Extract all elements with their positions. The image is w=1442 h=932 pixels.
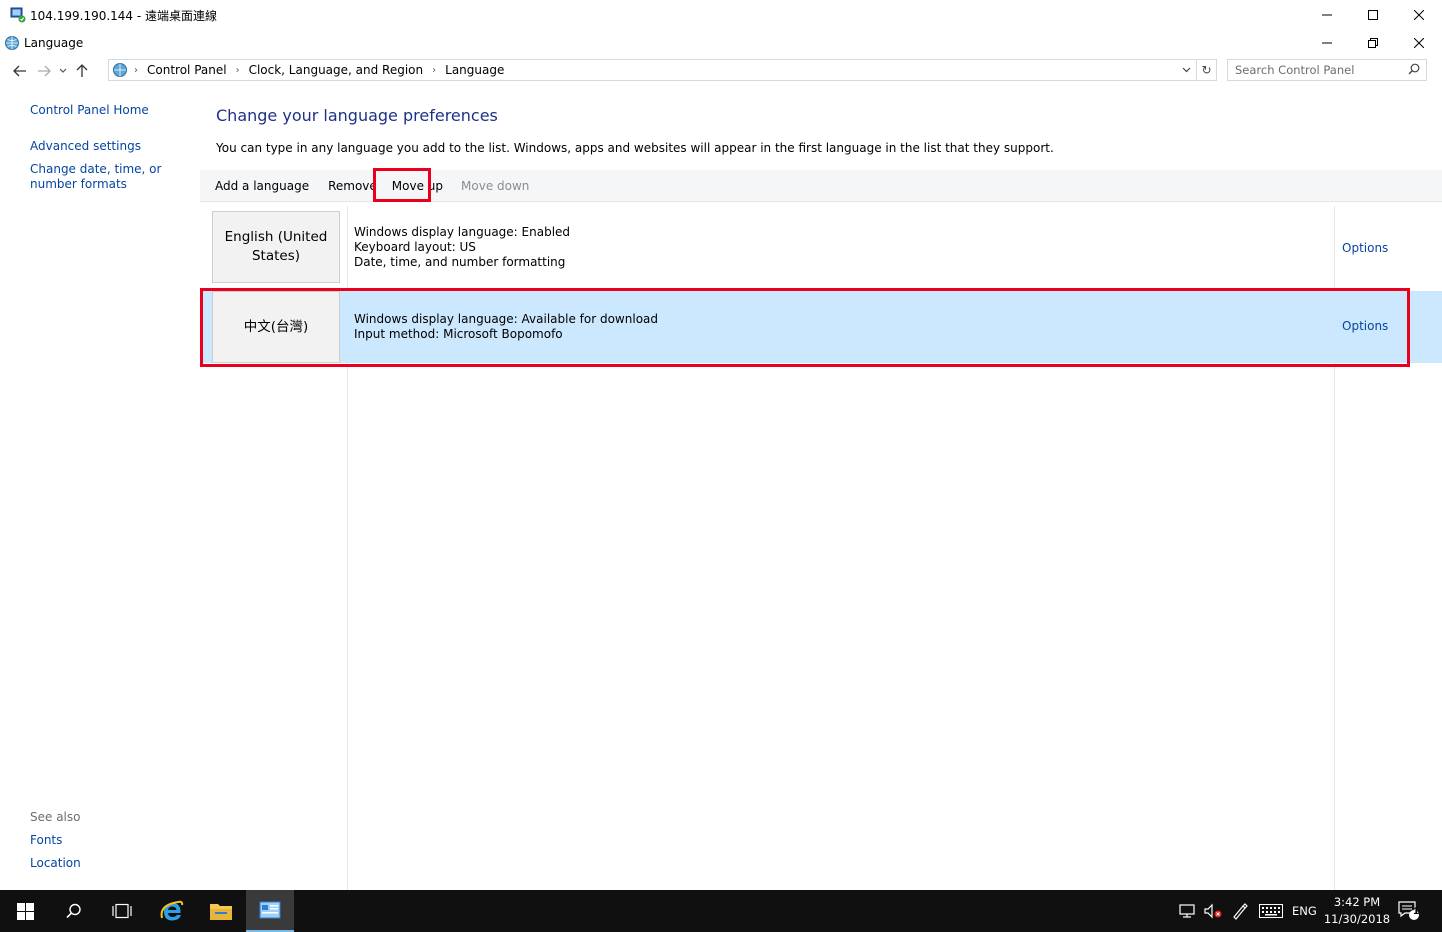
language-detail-line: Windows display language: Available for … bbox=[354, 312, 659, 326]
clock[interactable]: 3:42 PM 11/30/2018 bbox=[1322, 894, 1392, 928]
forward-arrow-icon[interactable] bbox=[32, 59, 56, 83]
taskbar: ENG 3:42 PM 11/30/2018 1 bbox=[0, 890, 1442, 932]
language-globe-icon bbox=[4, 35, 20, 51]
input-language-indicator[interactable]: ENG bbox=[1292, 904, 1317, 918]
language-row-english[interactable]: English (United States) Windows display … bbox=[200, 206, 1442, 283]
options-link-english[interactable]: Options bbox=[1342, 241, 1388, 255]
location-link[interactable]: Location bbox=[30, 856, 81, 871]
language-tile[interactable]: 中文(台灣) bbox=[212, 291, 340, 363]
touch-keyboard-icon[interactable] bbox=[1256, 890, 1286, 932]
search-input[interactable] bbox=[1235, 63, 1405, 77]
language-detail-line: Date, time, and number formatting bbox=[354, 255, 566, 269]
up-arrow-icon[interactable] bbox=[70, 59, 94, 83]
search-icon[interactable] bbox=[50, 890, 98, 932]
navigation-bar: › Control Panel › Clock, Language, and R… bbox=[0, 58, 1442, 84]
language-details: Windows display language: Available for … bbox=[354, 312, 658, 342]
language-globe-icon bbox=[112, 62, 130, 78]
search-box[interactable] bbox=[1227, 59, 1427, 81]
see-also-heading: See also bbox=[30, 810, 81, 824]
rdp-minimize-button[interactable] bbox=[1304, 0, 1350, 30]
move-up-button[interactable]: Move up bbox=[388, 173, 447, 199]
language-detail-line: Keyboard layout: US bbox=[354, 240, 476, 254]
window-title-bar: Language bbox=[0, 30, 1442, 56]
language-detail-line: Input method: Microsoft Bopomofo bbox=[354, 327, 563, 341]
language-row-chinese-taiwan[interactable]: 中文(台灣) Windows display language: Availab… bbox=[200, 291, 1442, 363]
page-description: You can type in any language you add to … bbox=[216, 141, 1054, 155]
breadcrumb-separator-icon[interactable]: › bbox=[236, 65, 240, 76]
rdp-close-button[interactable] bbox=[1396, 0, 1442, 30]
breadcrumb-separator-icon: › bbox=[134, 64, 138, 76]
window-title: Language bbox=[24, 36, 84, 50]
add-language-button[interactable]: Add a language bbox=[207, 173, 317, 199]
clock-time: 3:42 PM bbox=[1333, 895, 1381, 909]
search-icon[interactable] bbox=[1408, 63, 1420, 78]
pen-workspace-icon[interactable] bbox=[1228, 890, 1252, 932]
task-view-icon[interactable] bbox=[98, 890, 146, 932]
action-center-icon[interactable]: 1 bbox=[1394, 890, 1424, 932]
notification-count-badge: 1 bbox=[1412, 907, 1420, 917]
breadcrumb-clock-language-region[interactable]: Clock, Language, and Region bbox=[249, 63, 424, 77]
main-content: Change your language preferences You can… bbox=[200, 96, 1442, 890]
recent-locations-chevron-icon[interactable] bbox=[56, 59, 70, 83]
network-icon[interactable] bbox=[1176, 890, 1200, 932]
control-panel-taskbar-icon[interactable] bbox=[246, 890, 294, 932]
language-details: Windows display language: Enabled Keyboa… bbox=[354, 225, 570, 270]
left-navigation-pane: Control Panel Home Advanced settings Cha… bbox=[0, 96, 200, 890]
breadcrumb-language[interactable]: Language bbox=[445, 63, 504, 77]
file-explorer-icon[interactable] bbox=[197, 890, 245, 932]
language-detail-line: Windows display language: Enabled bbox=[354, 225, 571, 239]
refresh-icon[interactable]: ↻ bbox=[1196, 60, 1216, 80]
options-link-chinese[interactable]: Options bbox=[1342, 319, 1388, 333]
remote-desktop-icon bbox=[10, 7, 26, 23]
rdp-title: 104.199.190.144 - 遠端桌面連線 bbox=[30, 8, 218, 23]
rdp-maximize-button[interactable] bbox=[1350, 0, 1396, 30]
address-dropdown-chevron-icon[interactable] bbox=[1178, 60, 1194, 80]
internet-explorer-icon[interactable] bbox=[148, 890, 196, 932]
control-panel-home-link[interactable]: Control Panel Home bbox=[30, 103, 149, 118]
volume-muted-icon[interactable] bbox=[1201, 890, 1225, 932]
fonts-link[interactable]: Fonts bbox=[30, 833, 62, 848]
change-date-time-link[interactable]: Change date, time, or number formats bbox=[30, 162, 195, 192]
start-windows-icon[interactable] bbox=[0, 890, 50, 932]
clock-date: 11/30/2018 bbox=[1323, 912, 1391, 926]
language-list: English (United States) Windows display … bbox=[200, 206, 1442, 890]
rdp-title-bar: 104.199.190.144 - 遠端桌面連線 bbox=[0, 0, 1442, 30]
advanced-settings-link[interactable]: Advanced settings bbox=[30, 139, 141, 154]
remove-button[interactable]: Remove bbox=[320, 173, 385, 199]
breadcrumb-separator-icon[interactable]: › bbox=[432, 65, 436, 76]
language-tile[interactable]: English (United States) bbox=[212, 211, 340, 283]
page-title: Change your language preferences bbox=[216, 106, 498, 125]
language-toolbar: Add a language Remove Move up Move down bbox=[200, 170, 1442, 202]
breadcrumb-control-panel[interactable]: Control Panel bbox=[147, 63, 227, 77]
minimize-button[interactable] bbox=[1304, 30, 1350, 56]
close-button[interactable] bbox=[1396, 30, 1442, 56]
restore-button[interactable] bbox=[1350, 30, 1396, 56]
address-bar[interactable]: › Control Panel › Clock, Language, and R… bbox=[108, 59, 1217, 81]
move-down-button[interactable]: Move down bbox=[453, 173, 537, 199]
back-arrow-icon[interactable] bbox=[8, 59, 32, 83]
